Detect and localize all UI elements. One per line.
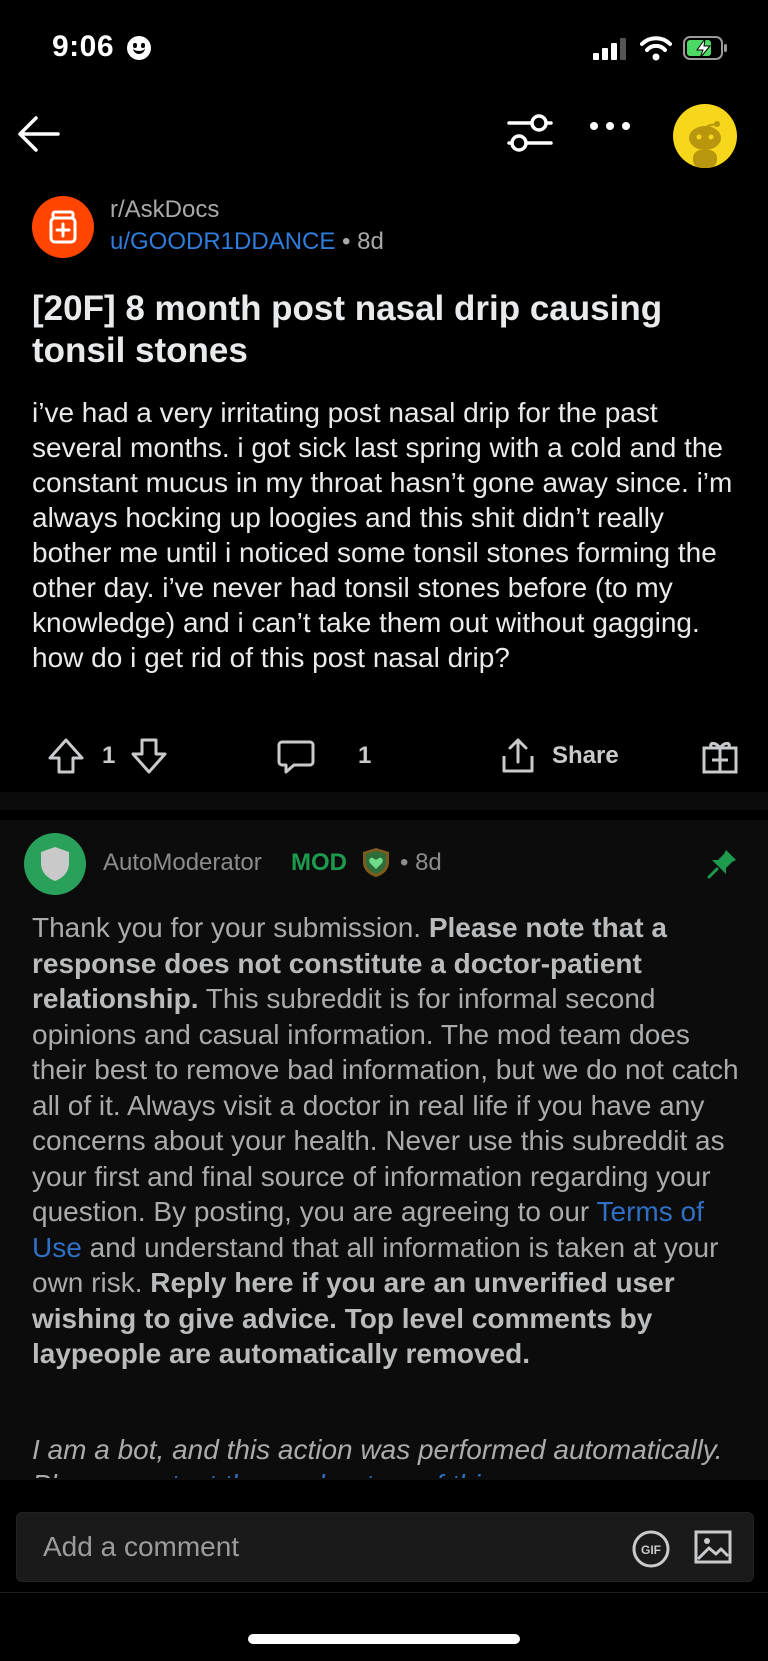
share-label: Share xyxy=(552,742,619,769)
wifi-icon xyxy=(640,36,672,61)
vote-count: 1 xyxy=(102,742,116,769)
post-age: • 8d xyxy=(342,228,384,255)
focus-mode-icon xyxy=(127,36,151,60)
comment-input[interactable]: Add a comment xyxy=(43,1531,239,1563)
comment-age: • 8d xyxy=(400,849,442,876)
comment-author[interactable]: AutoModerator xyxy=(103,849,262,877)
comment-composer[interactable]: Add a comment GIF xyxy=(16,1512,754,1582)
user-avatar[interactable] xyxy=(673,104,737,168)
snoo-avatar-icon xyxy=(689,121,721,168)
comments-button[interactable]: 1 xyxy=(276,730,371,782)
award-button[interactable] xyxy=(700,730,740,782)
subreddit-icon[interactable] xyxy=(32,196,94,258)
comment-text: This subreddit is for informal second op… xyxy=(32,983,739,1227)
author-name[interactable]: u/GOODR1DDANCE xyxy=(110,228,335,255)
comment-icon xyxy=(277,740,315,774)
comment-text: Thank you for your submission. xyxy=(32,912,429,943)
section-divider xyxy=(0,792,768,810)
sort-filter-icon[interactable] xyxy=(505,112,555,154)
share-icon xyxy=(502,738,534,773)
mod-badge: MOD xyxy=(291,849,347,876)
mod-heart-shield-icon xyxy=(363,848,389,877)
vote-group: 1 xyxy=(46,730,169,782)
more-icon[interactable] xyxy=(590,122,630,132)
automod-avatar[interactable] xyxy=(24,833,86,895)
post-title: [20F] 8 month post nasal drip causing to… xyxy=(32,289,663,370)
share-button[interactable]: Share xyxy=(498,730,619,782)
post-body: i’ve had a very irritating post nasal dr… xyxy=(32,397,733,673)
post-author[interactable]: u/GOODR1DDANCE • 8d xyxy=(110,228,384,256)
shield-icon xyxy=(41,847,69,881)
cellular-signal-icon xyxy=(593,38,627,60)
pin-icon xyxy=(707,850,736,879)
image-icon[interactable] xyxy=(693,1527,733,1567)
back-arrow-icon[interactable] xyxy=(14,110,62,158)
comment-count: 1 xyxy=(358,742,372,769)
contact-moderators-link[interactable]: contact the moderators of this xyxy=(125,1469,494,1478)
home-indicator[interactable] xyxy=(248,1634,520,1644)
subreddit-name[interactable]: r/AskDocs xyxy=(110,196,219,224)
svg-text:GIF: GIF xyxy=(641,1543,661,1557)
status-time: 9:06 xyxy=(52,30,115,63)
upvote-icon[interactable] xyxy=(46,736,86,776)
bottom-bar xyxy=(0,1592,768,1661)
status-bar: 9:06 xyxy=(0,0,768,100)
award-icon xyxy=(702,741,738,774)
comment-body: Thank you for your submission. Please no… xyxy=(32,910,742,1372)
gif-icon[interactable]: GIF xyxy=(631,1529,671,1569)
bot-notice: I am a bot, and this action was performe… xyxy=(32,1432,742,1478)
battery-charging-icon xyxy=(683,36,727,60)
post-actions: 1 1 Share xyxy=(0,730,768,782)
medicine-bottle-icon xyxy=(49,210,77,244)
downvote-icon[interactable] xyxy=(129,736,169,776)
